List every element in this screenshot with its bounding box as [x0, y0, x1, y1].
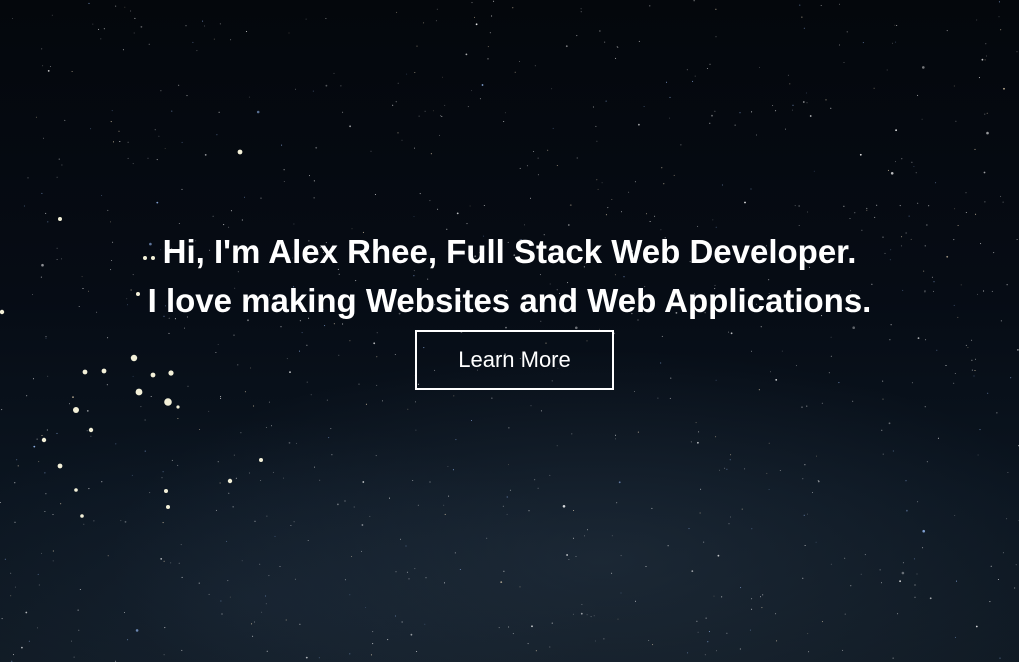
learn-more-button[interactable]: Learn More: [415, 330, 614, 390]
star-cluster: [0, 149, 263, 518]
hero-section: Hi, I'm Alex Rhee, Full Stack Web Develo…: [0, 0, 1019, 662]
headline-line-2: I love making Websites and Web Applicati…: [147, 282, 872, 319]
headline-line-1: Hi, I'm Alex Rhee, Full Stack Web Develo…: [162, 233, 857, 270]
